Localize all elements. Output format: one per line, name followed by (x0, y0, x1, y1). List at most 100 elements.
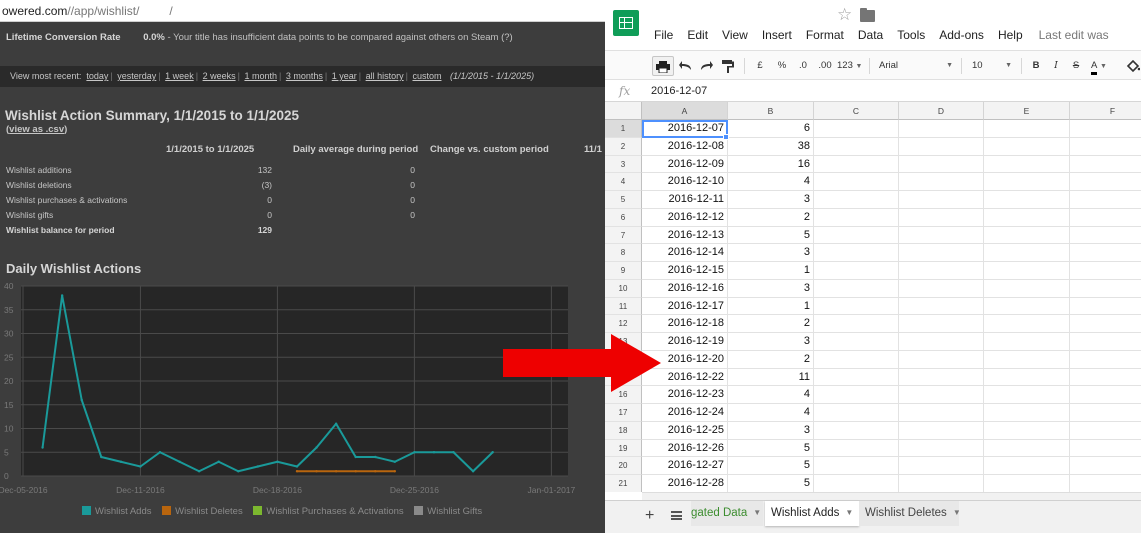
empty-cell[interactable] (814, 208, 899, 227)
fill-color-button[interactable] (1125, 56, 1141, 76)
legend-wishlist-adds[interactable]: Wishlist Adds (82, 506, 152, 517)
empty-cell[interactable] (899, 120, 984, 138)
tab-wishlist-adds[interactable]: Wishlist Adds ▼ (765, 501, 859, 526)
decrease-decimal-button[interactable]: .0 (795, 56, 811, 76)
empty-cell[interactable] (1070, 404, 1141, 422)
cell-date[interactable]: 2016-12-14 (642, 244, 728, 262)
empty-cell[interactable] (984, 226, 1070, 245)
view-as-csv-link[interactable]: view as .csv (9, 124, 64, 135)
empty-cell[interactable] (899, 386, 984, 404)
cell-count[interactable]: 3 (728, 333, 814, 351)
empty-cell[interactable] (1070, 386, 1141, 404)
menu-add-ons[interactable]: Add-ons (939, 28, 984, 46)
empty-cell[interactable] (1070, 440, 1141, 458)
empty-cell[interactable] (899, 262, 984, 280)
row-header[interactable]: 7 (605, 226, 642, 245)
column-header-b[interactable]: B (728, 102, 814, 120)
star-icon[interactable]: ☆ (837, 5, 852, 25)
cell-date[interactable]: 2016-12-17 (642, 297, 728, 316)
row-header[interactable]: 3 (605, 155, 642, 174)
empty-cell[interactable] (984, 208, 1070, 227)
empty-cell[interactable] (814, 279, 899, 298)
row-header[interactable]: 18 (605, 421, 642, 440)
percent-button[interactable]: % (775, 56, 789, 76)
column-header-d[interactable]: D (899, 102, 984, 120)
empty-cell[interactable] (814, 226, 899, 245)
empty-cell[interactable] (814, 404, 899, 422)
empty-cell[interactable] (899, 439, 984, 458)
empty-cell[interactable] (1070, 244, 1141, 262)
empty-cell[interactable] (984, 333, 1070, 351)
cell-date[interactable]: 2016-12-10 (642, 173, 728, 191)
cell-count[interactable]: 5 (728, 457, 814, 475)
empty-cell[interactable] (984, 244, 1070, 262)
empty-cell[interactable] (814, 368, 899, 387)
cell-date[interactable]: 2016-12-18 (642, 315, 728, 333)
empty-cell[interactable] (899, 333, 984, 351)
empty-cell[interactable] (814, 120, 899, 138)
italic-button[interactable]: I (1049, 56, 1063, 76)
empty-cell[interactable] (899, 137, 984, 156)
row-header[interactable]: 10 (605, 279, 642, 298)
empty-cell[interactable] (1070, 173, 1141, 191)
empty-cell[interactable] (899, 191, 984, 209)
menu-insert[interactable]: Insert (762, 28, 792, 46)
tab-wishlist-deletes[interactable]: Wishlist Deletes ▼ (859, 501, 959, 526)
cell-count[interactable]: 5 (728, 226, 814, 245)
legend-wishlist-deletes[interactable]: Wishlist Deletes (162, 506, 243, 517)
cell-date[interactable]: 2016-12-16 (642, 279, 728, 298)
empty-cell[interactable] (899, 368, 984, 387)
empty-cell[interactable] (1070, 156, 1141, 174)
cell-count[interactable]: 6 (728, 120, 814, 138)
cell-date[interactable]: 2016-12-25 (642, 421, 728, 440)
empty-cell[interactable] (984, 421, 1070, 440)
empty-cell[interactable] (899, 244, 984, 262)
link-all-history[interactable]: all history (366, 71, 404, 81)
folder-icon[interactable] (860, 8, 875, 22)
link-1-week[interactable]: 1 week (165, 71, 194, 81)
font-size-dropdown[interactable]: 10 ▼ (972, 56, 1012, 76)
redo-button[interactable] (698, 56, 714, 76)
more-formats-dropdown[interactable]: 123 ▼ (837, 56, 863, 76)
empty-cell[interactable] (984, 457, 1070, 475)
empty-cell[interactable] (899, 315, 984, 333)
empty-cell[interactable] (1070, 315, 1141, 333)
cell-count[interactable]: 3 (728, 279, 814, 298)
increase-decimal-button[interactable]: .00 (815, 56, 835, 76)
empty-cell[interactable] (984, 350, 1070, 369)
cell-count[interactable]: 4 (728, 173, 814, 191)
row-header[interactable]: 1 (605, 120, 642, 138)
print-button[interactable] (652, 56, 674, 76)
empty-cell[interactable] (984, 155, 1070, 174)
menu-tools[interactable]: Tools (897, 28, 925, 46)
link-1-month[interactable]: 1 month (244, 71, 277, 81)
link-2-weeks[interactable]: 2 weeks (203, 71, 236, 81)
empty-cell[interactable] (1070, 138, 1141, 156)
empty-cell[interactable] (1070, 333, 1141, 351)
row-header[interactable]: 20 (605, 457, 642, 475)
empty-cell[interactable] (1070, 262, 1141, 280)
tab-aggregated-data[interactable]: gated Data ▼ (691, 501, 763, 526)
empty-cell[interactable] (984, 279, 1070, 298)
empty-cell[interactable] (814, 191, 899, 209)
empty-cell[interactable] (1070, 422, 1141, 440)
cell-count[interactable]: 2 (728, 315, 814, 333)
row-header[interactable]: 5 (605, 191, 642, 209)
empty-cell[interactable] (1070, 209, 1141, 227)
empty-cell[interactable] (984, 297, 1070, 316)
empty-cell[interactable] (899, 404, 984, 422)
menu-format[interactable]: Format (806, 28, 844, 46)
cell-count[interactable]: 5 (728, 475, 814, 492)
currency-button[interactable]: £ (753, 56, 767, 76)
menu-data[interactable]: Data (858, 28, 883, 46)
empty-cell[interactable] (984, 368, 1070, 387)
empty-cell[interactable] (1070, 227, 1141, 245)
empty-cell[interactable] (984, 191, 1070, 209)
empty-cell[interactable] (1070, 120, 1141, 138)
paint-format-button[interactable] (720, 56, 736, 76)
empty-cell[interactable] (814, 262, 899, 280)
cell-count[interactable]: 2 (728, 208, 814, 227)
empty-cell[interactable] (899, 226, 984, 245)
empty-cell[interactable] (814, 421, 899, 440)
text-color-button[interactable]: A ▼ (1091, 56, 1117, 76)
